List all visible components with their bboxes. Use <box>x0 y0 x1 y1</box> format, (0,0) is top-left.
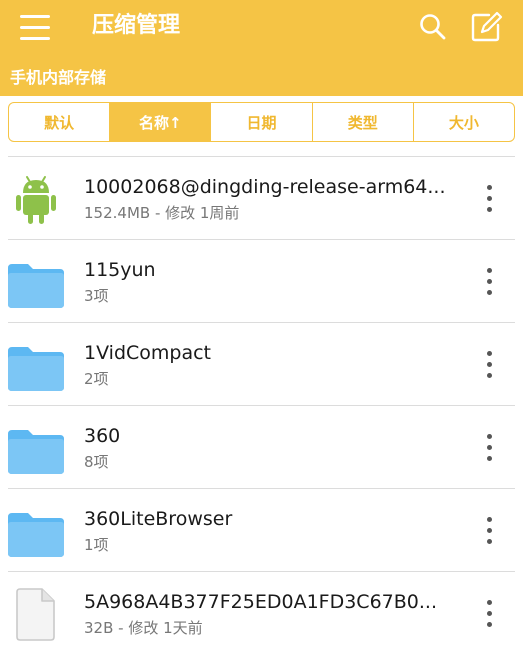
file-meta: 152.4MB - 修改 1周前 <box>84 204 240 222</box>
list-item[interactable]: 360 8项 <box>0 406 523 489</box>
file-name: 115yun <box>84 259 156 281</box>
more-options-icon[interactable] <box>476 264 504 300</box>
sort-type-tab[interactable]: 类型 <box>313 103 414 141</box>
list-item[interactable]: 5A968A4B377F25ED0A1FD3C67B0... 32B - 修改 … <box>0 572 523 650</box>
file-name: 360 <box>84 425 121 447</box>
folder-icon <box>8 430 64 474</box>
sort-name-tab[interactable]: 名称↑ <box>110 103 212 141</box>
sort-size-tab[interactable]: 大小 <box>414 103 514 141</box>
more-options-icon[interactable] <box>476 513 504 549</box>
search-icon[interactable] <box>416 10 450 44</box>
folder-icon <box>8 513 64 557</box>
file-meta: 8项 <box>84 453 109 471</box>
edit-icon[interactable] <box>469 10 503 44</box>
list-item[interactable]: 115yun 3项 <box>0 240 523 323</box>
more-options-icon[interactable] <box>476 347 504 383</box>
file-meta: 32B - 修改 1天前 <box>84 619 203 637</box>
file-icon <box>16 588 55 641</box>
android-apk-icon <box>16 176 56 224</box>
more-options-icon[interactable] <box>476 430 504 466</box>
list-item[interactable]: 10002068@dingding-release-arm64... 152.4… <box>0 157 523 240</box>
more-options-icon[interactable] <box>476 596 504 632</box>
file-name: 5A968A4B377F25ED0A1FD3C67B0... <box>84 591 437 613</box>
folder-icon <box>8 347 64 391</box>
sort-default-tab[interactable]: 默认 <box>9 103 111 141</box>
file-name: 1VidCompact <box>84 342 212 364</box>
page-title: 压缩管理 <box>92 13 181 38</box>
app-bar: 压缩管理 手机内部存储 <box>0 0 523 96</box>
file-name: 360LiteBrowser <box>84 508 233 530</box>
sort-segmented-control: 默认 名称↑ 日期 类型 大小 <box>8 102 515 142</box>
list-item[interactable]: 360LiteBrowser 1项 <box>0 489 523 572</box>
list-item[interactable]: 1VidCompact 2项 <box>0 323 523 406</box>
hamburger-menu-icon[interactable] <box>18 12 54 44</box>
sort-date-tab[interactable]: 日期 <box>211 103 313 141</box>
folder-icon <box>8 264 64 308</box>
file-meta: 1项 <box>84 536 109 554</box>
storage-path: 手机内部存储 <box>10 68 107 87</box>
more-options-icon[interactable] <box>476 181 504 217</box>
file-meta: 3项 <box>84 287 109 305</box>
file-meta: 2项 <box>84 370 109 388</box>
file-name: 10002068@dingding-release-arm64... <box>84 176 446 198</box>
